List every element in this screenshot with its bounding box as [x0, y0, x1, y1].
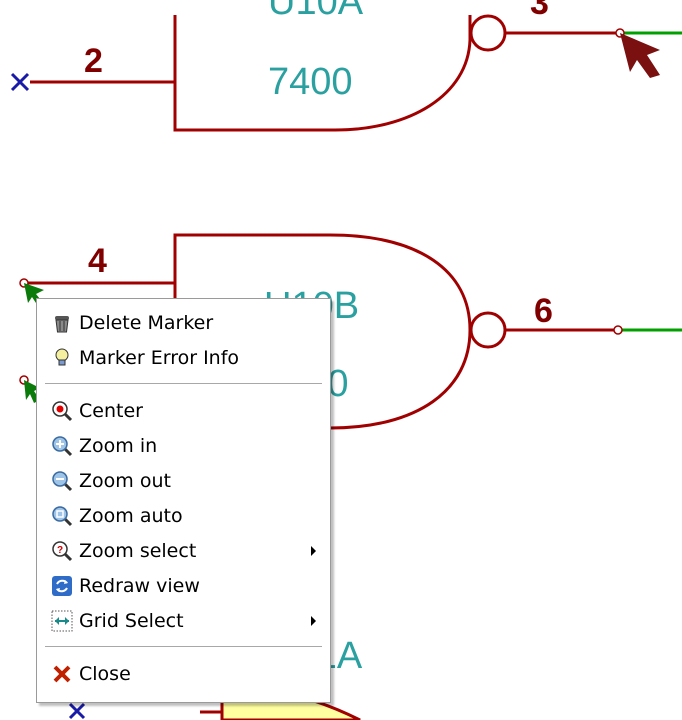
trash-can-icon [51, 312, 73, 334]
gate-u10a-inverter-bubble [469, 14, 507, 52]
menu-item-zoom-out[interactable]: Zoom out [37, 463, 330, 498]
no-connect-marker-bottom[interactable] [68, 702, 86, 720]
menu-item-label: Zoom auto [79, 504, 183, 527]
menu-item-label: Close [79, 662, 131, 685]
menu-item-label: Delete Marker [79, 311, 214, 334]
zoom-in-icon [51, 435, 73, 457]
wire-junction-pin6 [613, 325, 623, 335]
menu-item-redraw-view[interactable]: Redraw view [37, 568, 330, 603]
menu-item-label: Redraw view [79, 574, 200, 597]
submenu-arrow-icon [311, 616, 316, 626]
no-connect-marker[interactable] [10, 72, 30, 92]
menu-item-zoom-in[interactable]: Zoom in [37, 428, 330, 463]
gate-u10a-value: 7400 [268, 61, 353, 103]
menu-item-center[interactable]: Center [37, 393, 330, 428]
grid-select-icon [51, 610, 73, 632]
redraw-icon [51, 575, 73, 597]
menu-separator [45, 383, 322, 385]
submenu-arrow-icon [311, 546, 316, 556]
menu-separator [45, 646, 322, 648]
menu-item-label: Zoom out [79, 469, 171, 492]
pin-2-number: 2 [84, 42, 103, 80]
menu-item-grid-select[interactable]: Grid Select [37, 603, 330, 638]
pin-4-number: 4 [88, 242, 107, 280]
menu-item-label: Zoom in [79, 434, 158, 457]
menu-item-marker-error-info[interactable]: Marker Error Info [37, 340, 330, 375]
menu-item-label: Center [79, 399, 143, 422]
zoom-out-icon [51, 470, 73, 492]
gate-u10a-ref: U10A [268, 0, 364, 23]
svg-text:?: ? [57, 545, 63, 556]
menu-item-label: Marker Error Info [79, 346, 240, 369]
gate-u10a[interactable]: 2 3 U10A 7400 [30, 0, 620, 132]
lightbulb-icon [51, 347, 73, 369]
menu-item-close[interactable]: Close [37, 656, 330, 691]
magnifier-center-icon [51, 400, 73, 422]
context-menu: Delete Marker Marker Error Info Center Z… [36, 298, 331, 703]
pin-6-number: 6 [534, 292, 553, 330]
zoom-select-icon: ? [51, 540, 73, 562]
pin-3-number: 3 [530, 0, 549, 22]
menu-item-delete-marker[interactable]: Delete Marker [37, 305, 330, 340]
gate-u10b-inverter-bubble [469, 311, 507, 349]
menu-item-zoom-select[interactable]: ? Zoom select [37, 533, 330, 568]
close-x-icon [51, 663, 73, 685]
menu-item-label: Grid Select [79, 609, 184, 632]
menu-item-label: Zoom select [79, 539, 197, 562]
menu-item-zoom-auto[interactable]: Zoom auto [37, 498, 330, 533]
zoom-auto-icon [51, 505, 73, 527]
erc-marker-arrow-top[interactable] [620, 33, 660, 78]
